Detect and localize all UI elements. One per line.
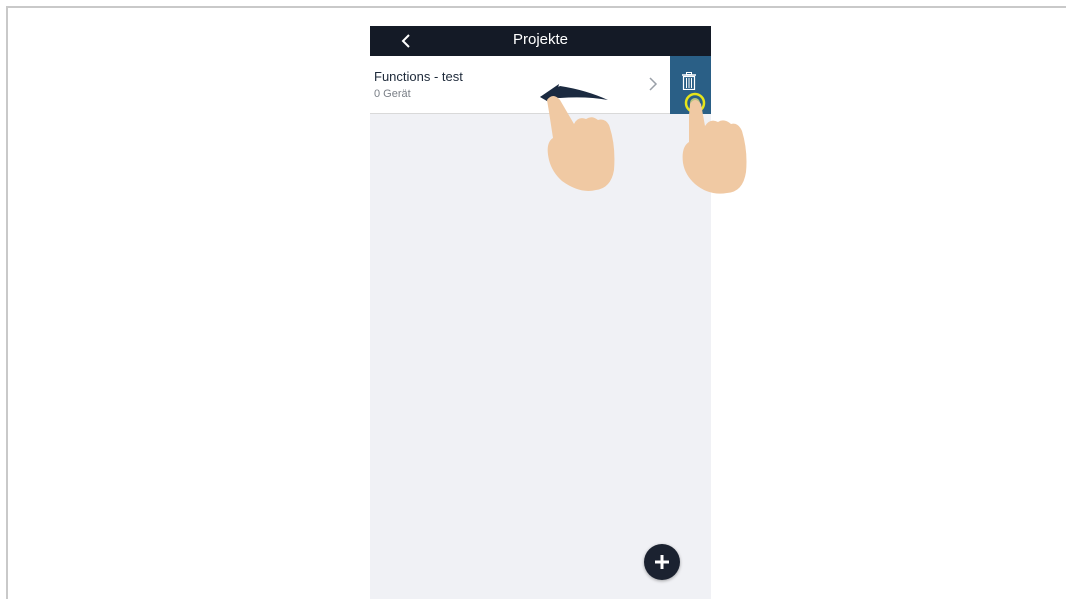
list-item-swiped: Functions - test 0 Gerät [370, 56, 711, 114]
page-title: Projekte [512, 31, 569, 48]
delete-button[interactable] [670, 56, 711, 114]
add-project-button[interactable] [644, 544, 680, 580]
chevron-right-icon [649, 77, 658, 91]
phone-screen: Projekte Functions - test 0 Gerät [370, 26, 711, 599]
project-row[interactable]: Functions - test 0 Gerät [370, 56, 670, 114]
project-device-count: 0 Gerät [374, 88, 411, 100]
plus-icon [655, 555, 669, 569]
project-title: Functions - test [374, 69, 463, 84]
trash-icon [682, 72, 696, 90]
navigation-bar: Projekte [370, 26, 711, 56]
